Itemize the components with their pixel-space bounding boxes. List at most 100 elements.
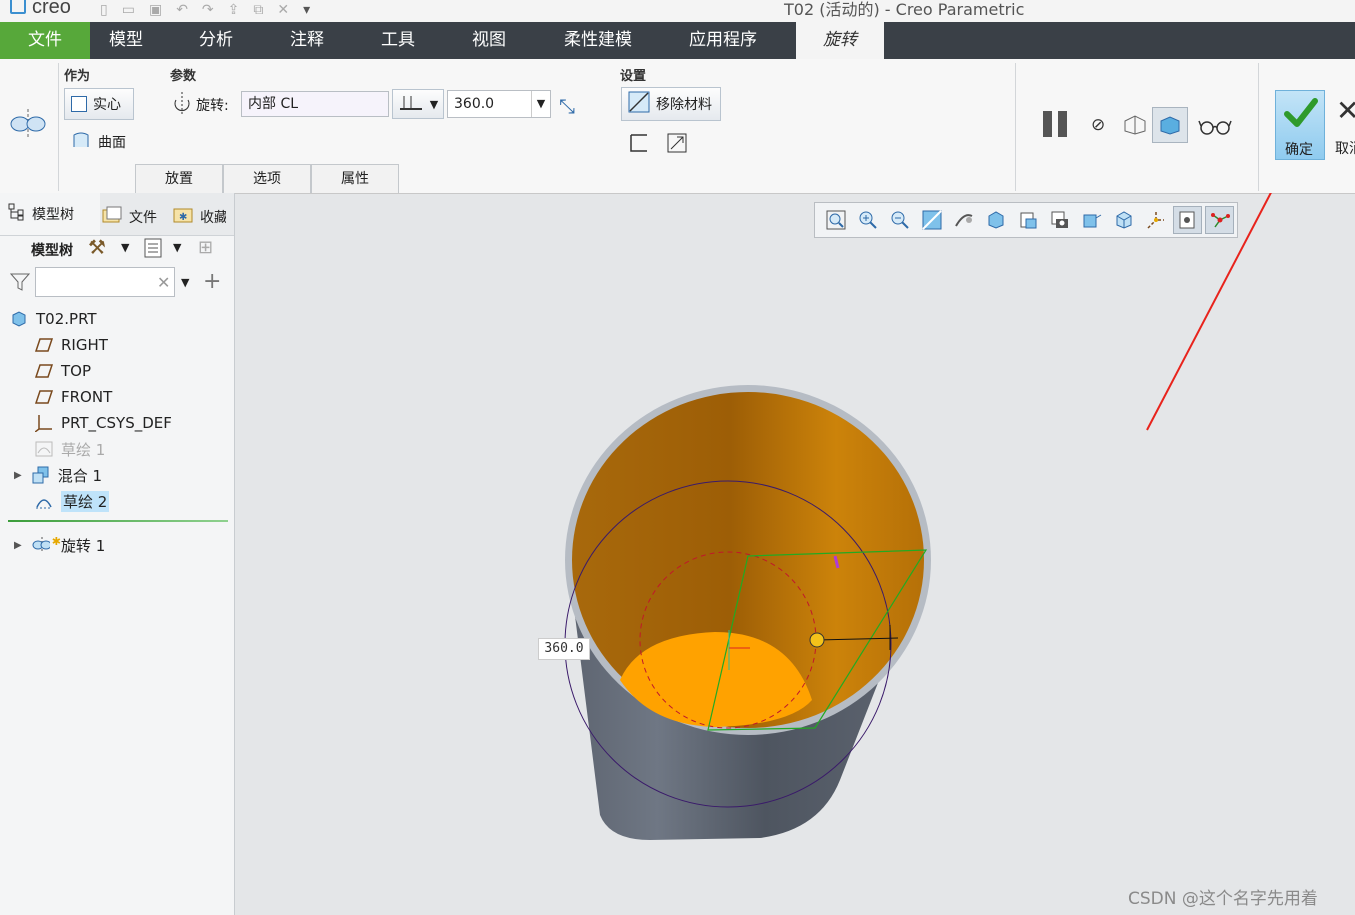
undo-icon[interactable]: ↶ — [176, 2, 188, 18]
surface-icon — [72, 131, 90, 153]
tree-filter-columns-icon[interactable]: ⊞ — [198, 237, 213, 258]
save-icon[interactable]: ▣ — [149, 2, 162, 18]
tree-settings-icon[interactable]: ⚒ — [88, 235, 106, 259]
tree-search-input[interactable] — [35, 267, 175, 297]
ok-button[interactable]: 确定 — [1275, 90, 1325, 160]
angle-option-dropdown[interactable]: ▼ — [392, 89, 444, 119]
add-filter-icon[interactable]: + — [203, 269, 221, 294]
verify-glasses-icon[interactable] — [1198, 117, 1232, 139]
insert-indicator-line[interactable] — [8, 520, 228, 522]
csdn-watermark: CSDN @这个名字先用着 — [1128, 889, 1318, 909]
solid-icon — [71, 96, 87, 112]
tab-tools[interactable]: 工具 — [362, 22, 434, 59]
surface-button[interactable]: 曲面 — [72, 131, 126, 153]
clear-search-icon[interactable]: ✕ — [157, 273, 170, 292]
subtab-placement[interactable]: 放置 — [135, 164, 223, 193]
filter-icon[interactable] — [9, 273, 31, 295]
solid-label: 实心 — [93, 97, 121, 113]
search-options-dropdown-icon[interactable]: ▼ — [181, 276, 189, 289]
svg-text:✱: ✱ — [179, 212, 187, 223]
tab-file[interactable]: 文件 — [0, 22, 90, 59]
expand-arrow-icon[interactable]: ▶ — [14, 540, 22, 551]
new-file-icon[interactable]: ▯ — [100, 2, 108, 18]
flip-material-icon[interactable] — [667, 133, 687, 157]
tree-item-label: PRT_CSYS_DEF — [61, 414, 172, 432]
solid-button[interactable]: 实心 — [64, 88, 134, 120]
remove-material-button[interactable]: 移除材料 — [621, 87, 721, 121]
thicken-sketch-icon[interactable] — [630, 134, 648, 156]
tree-item-part[interactable]: T02.PRT — [10, 307, 97, 331]
windows-icon[interactable]: ⧉ — [253, 2, 263, 18]
tab-model[interactable]: 模型 — [90, 22, 162, 59]
surface-label: 曲面 — [98, 135, 126, 151]
angle-input[interactable]: 360.0 ▼ — [447, 90, 551, 118]
tree-item-label: T02.PRT — [36, 310, 97, 328]
angle-dimension-label[interactable]: 360.0 — [538, 638, 590, 660]
redo-icon[interactable]: ↷ — [202, 2, 214, 18]
rotate-label: 旋转: — [196, 98, 229, 114]
tab-flexible-modeling[interactable]: 柔性建模 — [552, 22, 644, 59]
drag-handle — [809, 632, 825, 648]
regenerate-icon[interactable]: ⇪ — [228, 2, 240, 18]
close-window-icon[interactable]: ✕ — [277, 2, 289, 18]
tree-item-label: FRONT — [61, 388, 113, 406]
subtab-options[interactable]: 选项 — [223, 164, 311, 193]
tab-view[interactable]: 视图 — [453, 22, 525, 59]
tree-item-top[interactable]: TOP — [35, 359, 91, 383]
tree-item-sketch-2[interactable]: 草绘 2 — [35, 489, 110, 513]
quick-access-toolbar: ▯ ▭ ▣ ↶ ↷ ⇪ ⧉ ✕ ▾ — [100, 0, 310, 20]
cancel-x-icon: ✕ — [1336, 94, 1355, 127]
tree-item-revolve-1[interactable]: ▶ ✱ 旋转 1 — [14, 533, 105, 557]
show-list-icon[interactable] — [144, 238, 162, 262]
expand-arrow-icon[interactable]: ▶ — [14, 470, 22, 481]
remove-material-icon — [628, 91, 650, 117]
tree-item-front[interactable]: FRONT — [35, 385, 112, 409]
tab-annotate[interactable]: 注释 — [271, 22, 343, 59]
cancel-label: 取消 — [1335, 141, 1355, 157]
ribbon-panel: 作为 实心 曲面 参数 旋转: 内部 CL ▼ 360.0 ▼ ⤡ 设置 移除材… — [0, 59, 1355, 194]
tree-item-label: 草绘 2 — [61, 490, 110, 512]
panel-tab-favorites-label: 收藏 — [200, 210, 226, 226]
folder-icon — [101, 206, 123, 228]
title-bar: creo ▯ ▭ ▣ ↶ ↷ ⇪ ⧉ ✕ ▾ T02 (活动的) - Creo … — [0, 0, 1355, 22]
tree-item-label: 草绘 1 — [61, 440, 106, 459]
angle-value: 360.0 — [454, 96, 495, 112]
tree-item-label: 混合 1 — [57, 466, 103, 485]
no-preview-icon[interactable]: ⊘ — [1091, 115, 1105, 135]
new-feature-star-icon: ✱ — [51, 534, 61, 548]
tree-item-right[interactable]: RIGHT — [35, 333, 108, 357]
model-viewport[interactable] — [235, 193, 1355, 915]
tree-item-csys[interactable]: PRT_CSYS_DEF — [35, 411, 172, 435]
tab-applications[interactable]: 应用程序 — [676, 22, 770, 59]
flip-direction-icon[interactable]: ⤡ — [559, 94, 575, 118]
app-logo-text: creo — [32, 0, 71, 18]
panel-tab-model-tree[interactable]: 模型树 — [0, 193, 100, 235]
geometry-preview-icon[interactable] — [1152, 107, 1188, 143]
angle-dropdown-icon[interactable]: ▼ — [531, 91, 550, 117]
favorites-folder-icon: ✱ — [172, 206, 194, 228]
checkmark-icon — [1284, 97, 1318, 133]
angle-variable-icon — [398, 92, 424, 116]
panel-tab-files[interactable]: 文件 — [101, 199, 161, 235]
pause-icon[interactable] — [1043, 111, 1067, 137]
tree-settings-dropdown-icon[interactable]: ▼ — [121, 241, 129, 254]
show-dropdown-icon[interactable]: ▼ — [173, 241, 181, 254]
customize-qat-icon[interactable]: ▾ — [303, 2, 310, 18]
remove-material-label: 移除材料 — [656, 97, 712, 113]
open-file-icon[interactable]: ▭ — [122, 2, 135, 18]
tree-item-sketch-1[interactable]: 草绘 1 — [35, 437, 105, 461]
settings-group-label: 设置 — [620, 69, 647, 84]
app-logo: creo — [10, 0, 71, 19]
subtab-properties[interactable]: 属性 — [311, 164, 399, 193]
rotate-axis-label: 旋转: — [172, 92, 229, 118]
params-group-label: 参数 — [170, 69, 197, 84]
datum-plane-icon — [35, 336, 53, 354]
panel-tab-favorites[interactable]: ✱ 收藏 — [172, 199, 226, 235]
mesh-preview-icon[interactable] — [1122, 113, 1148, 139]
tab-revolve[interactable]: 旋转 — [796, 22, 884, 59]
tab-analysis[interactable]: 分析 — [180, 22, 252, 59]
tree-item-blend-1[interactable]: ▶ 混合 1 — [14, 463, 102, 487]
ribbon-tab-bar: 文件 模型 分析 注释 工具 视图 柔性建模 应用程序 旋转 — [0, 22, 1355, 59]
axis-reference-field[interactable]: 内部 CL — [241, 91, 389, 117]
cancel-button[interactable]: ✕ 取消 — [1332, 90, 1355, 160]
